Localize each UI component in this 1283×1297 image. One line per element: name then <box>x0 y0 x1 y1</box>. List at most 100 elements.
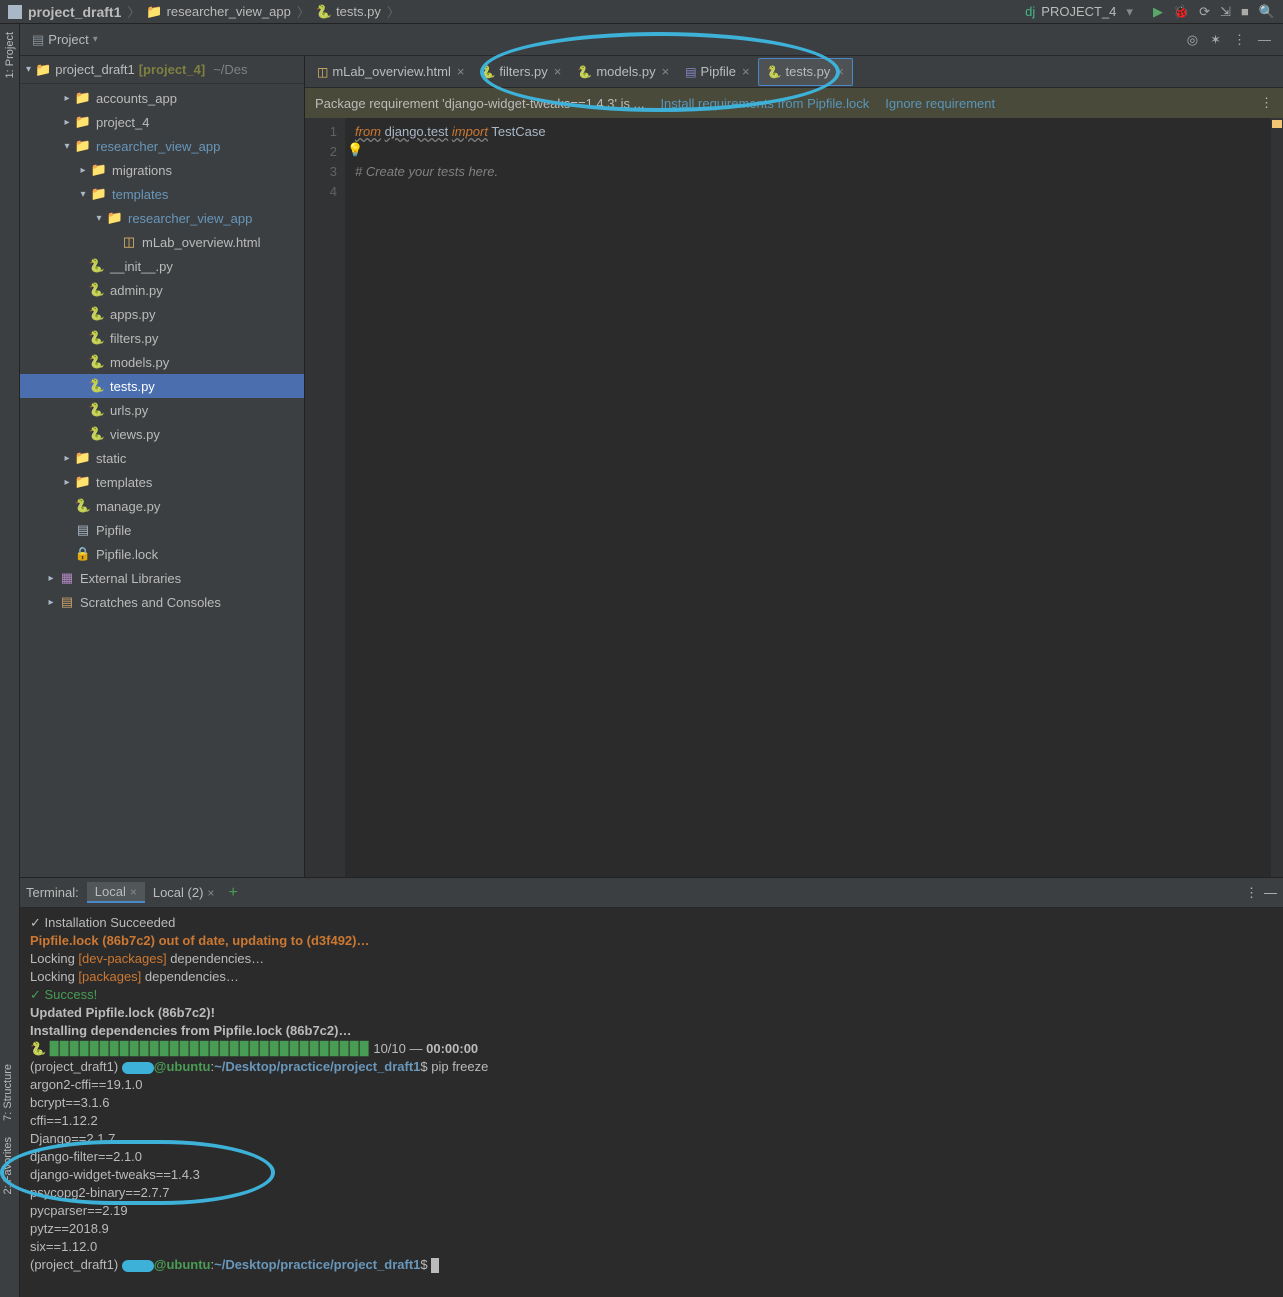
folder-icon: 📁 <box>146 4 162 20</box>
project-tree-panel: ▾ 📁 project_draft1 [project_4] ~/Des ▸📁a… <box>20 56 305 877</box>
tree-file[interactable]: 🐍__init__.py <box>20 254 304 278</box>
tree-folder[interactable]: ▸📁static <box>20 446 304 470</box>
folder-icon: 📁 <box>35 62 51 78</box>
terminal-tab-local2[interactable]: Local (2)× <box>145 883 223 902</box>
minimize-icon[interactable]: — <box>1264 885 1277 900</box>
requirement-banner: Package requirement 'django-widget-tweak… <box>305 88 1283 118</box>
tab-filters[interactable]: 🐍filters.py× <box>472 58 569 86</box>
close-icon[interactable]: × <box>554 64 562 79</box>
code-content[interactable]: from django.test import TestCase # Creat… <box>345 118 1271 877</box>
warning-marker[interactable] <box>1272 120 1282 128</box>
line-gutter: 1234 <box>305 118 345 877</box>
collapse-icon[interactable]: ✶ <box>1210 32 1221 48</box>
project-icon: ▤ <box>32 32 44 48</box>
chevron-down-icon: ▾ <box>26 64 31 75</box>
tree-file[interactable]: 🔒Pipfile.lock <box>20 542 304 566</box>
close-icon[interactable]: × <box>742 64 750 79</box>
close-icon[interactable]: × <box>130 885 137 899</box>
hide-icon[interactable]: — <box>1258 32 1271 47</box>
project-icon <box>8 5 22 19</box>
tree-folder[interactable]: ▸▤Scratches and Consoles <box>20 590 304 614</box>
tree-folder[interactable]: ▾📁researcher_view_app <box>20 206 304 230</box>
target-icon[interactable]: ◎ <box>1187 32 1198 48</box>
project-name: project_draft1 <box>28 4 121 20</box>
settings-icon[interactable]: ⋮ <box>1233 32 1246 48</box>
terminal-settings-icon[interactable]: ⋮ <box>1245 885 1258 901</box>
redacted-user <box>122 1260 154 1272</box>
terminal-panel: Terminal: Local× Local (2)× + ⋮ — ✓ Inst… <box>20 877 1283 1297</box>
install-requirements-link[interactable]: Install requirements from Pipfile.lock <box>660 96 869 111</box>
project-tree: ▸📁accounts_app ▸📁project_4 ▾📁researcher_… <box>20 84 304 616</box>
debug-button[interactable]: 🐞 <box>1173 4 1189 20</box>
tree-folder[interactable]: ▸📁migrations <box>20 158 304 182</box>
structure-tool-tab[interactable]: 7: Structure <box>0 1060 16 1125</box>
profile-button[interactable]: ⇲ <box>1220 4 1231 20</box>
favorites-tool-tab[interactable]: 2: Favorites <box>0 1133 16 1198</box>
tree-file[interactable]: 🐍views.py <box>20 422 304 446</box>
tree-file-selected[interactable]: 🐍tests.py <box>20 374 304 398</box>
tab-mlab[interactable]: ◫mLab_overview.html× <box>309 58 472 86</box>
close-icon[interactable]: × <box>457 64 465 79</box>
chevron-down-icon: ▾ <box>93 34 98 45</box>
left-tool-stripe-bottom: 7: Structure 2: Favorites <box>0 1060 20 1198</box>
project-label: Project <box>48 32 88 47</box>
project-root-row[interactable]: ▾ 📁 project_draft1 [project_4] ~/Des <box>20 56 304 84</box>
terminal-tab-local[interactable]: Local× <box>87 882 145 903</box>
tree-file[interactable]: 🐍models.py <box>20 350 304 374</box>
terminal-tab-bar: Terminal: Local× Local (2)× + ⋮ — <box>20 878 1283 908</box>
new-terminal-button[interactable]: + <box>228 884 237 902</box>
terminal-label: Terminal: <box>26 885 79 900</box>
marker-bar[interactable] <box>1271 118 1283 877</box>
chevron-right-icon: 〉 <box>297 2 310 21</box>
tree-folder[interactable]: ▸▦External Libraries <box>20 566 304 590</box>
run-button[interactable]: ▶ <box>1153 4 1163 20</box>
close-icon[interactable]: × <box>836 64 844 79</box>
coverage-button[interactable]: ⟳ <box>1199 4 1210 20</box>
ignore-requirement-link[interactable]: Ignore requirement <box>885 96 995 111</box>
terminal-output[interactable]: ✓ Installation Succeeded Pipfile.lock (8… <box>20 908 1283 1297</box>
root-name: project_draft1 <box>55 62 135 77</box>
terminal-cursor <box>431 1258 439 1273</box>
tab-models[interactable]: 🐍models.py× <box>569 58 677 86</box>
close-icon[interactable]: × <box>207 886 214 900</box>
chevron-down-icon: ▾ <box>1126 4 1133 20</box>
intention-bulb-icon[interactable]: 💡 <box>347 142 363 158</box>
python-icon: 🐍 <box>316 4 332 20</box>
tree-folder[interactable]: ▸📁templates <box>20 470 304 494</box>
editor-area: ◫mLab_overview.html× 🐍filters.py× 🐍model… <box>305 56 1283 877</box>
root-path: ~/Des <box>213 62 247 77</box>
breadcrumb-folder[interactable]: researcher_view_app <box>167 4 291 19</box>
stop-button[interactable]: ■ <box>1241 4 1249 19</box>
code-editor[interactable]: 1234 from django.test import TestCase # … <box>305 118 1283 877</box>
tree-folder[interactable]: ▸📁accounts_app <box>20 86 304 110</box>
tab-pipfile[interactable]: ▤Pipfile× <box>677 58 757 86</box>
banner-message: Package requirement 'django-widget-tweak… <box>315 96 644 111</box>
tree-file[interactable]: 🐍manage.py <box>20 494 304 518</box>
tree-folder[interactable]: ▸📁project_4 <box>20 110 304 134</box>
editor-tabs: ◫mLab_overview.html× 🐍filters.py× 🐍model… <box>305 56 1283 88</box>
close-icon[interactable]: × <box>662 64 670 79</box>
tree-file[interactable]: 🐍urls.py <box>20 398 304 422</box>
tree-folder[interactable]: ▾📁researcher_view_app <box>20 134 304 158</box>
titlebar: project_draft1 〉 📁 researcher_view_app 〉… <box>0 0 1283 24</box>
tree-file[interactable]: 🐍admin.py <box>20 278 304 302</box>
tree-file[interactable]: 🐍filters.py <box>20 326 304 350</box>
banner-more-icon[interactable]: ⋮ <box>1260 95 1273 111</box>
tree-file[interactable]: ▤Pipfile <box>20 518 304 542</box>
chevron-right-icon: 〉 <box>387 2 400 21</box>
django-icon: dj <box>1025 4 1035 19</box>
run-config-label: PROJECT_4 <box>1041 4 1116 19</box>
search-button[interactable]: 🔍 <box>1259 4 1275 20</box>
root-context: [project_4] <box>139 62 205 77</box>
run-config-selector[interactable]: dj PROJECT_4 ▾ <box>1015 2 1143 22</box>
project-tool-tab[interactable]: 1: Project <box>2 28 18 82</box>
tree-file[interactable]: 🐍apps.py <box>20 302 304 326</box>
chevron-right-icon: 〉 <box>127 2 140 21</box>
breadcrumb-file[interactable]: tests.py <box>336 4 381 19</box>
tree-folder[interactable]: ▾📁templates <box>20 182 304 206</box>
tree-file[interactable]: ◫mLab_overview.html <box>20 230 304 254</box>
project-view-selector[interactable]: ▤ Project ▾ <box>26 30 104 50</box>
project-toolbar: ▤ Project ▾ ◎ ✶ ⋮ — <box>20 24 1283 56</box>
redacted-user <box>122 1062 154 1074</box>
tab-tests-active[interactable]: 🐍tests.py× <box>758 58 853 86</box>
